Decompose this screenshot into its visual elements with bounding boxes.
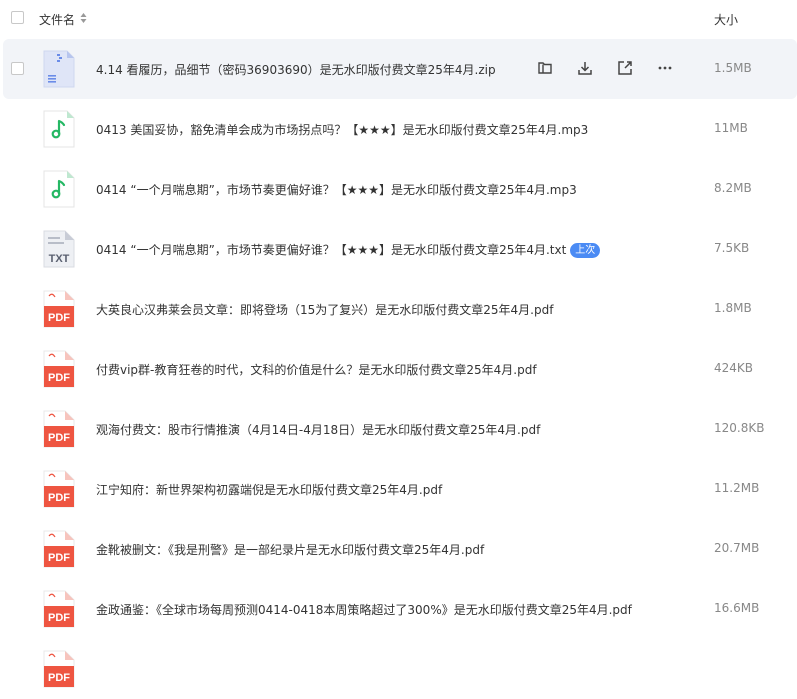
file-row[interactable]: 0413 美国妥协，豁免清单会成为市场拐点吗？【★★★】是无水印版付费文章25年… bbox=[0, 99, 797, 159]
pdf-file-icon: PDF bbox=[43, 590, 75, 628]
file-row[interactable]: PDF 金政通鉴：《全球市场每周预测0414-0418本周策略超过了300%》是… bbox=[0, 579, 797, 639]
file-size: 1.8MB bbox=[714, 301, 752, 315]
file-row[interactable]: PDF 金靴被删文：《我是刑警》是一部纪录片是无水印版付费文章25年4月.pdf… bbox=[0, 519, 797, 579]
pdf-file-icon: PDF bbox=[43, 350, 75, 388]
file-row[interactable]: PDF 江宁知府：新世界架构初露端倪是无水印版付费文章25年4月.pdf 11.2… bbox=[0, 459, 797, 519]
file-row[interactable]: TXT 0414 “一个月喘息期”，市场节奏更偏好谁？【★★★】是无水印版付费文… bbox=[0, 219, 797, 279]
download-icon[interactable] bbox=[576, 59, 594, 77]
file-size: 11MB bbox=[714, 121, 748, 135]
pdf-file-icon: PDF bbox=[43, 470, 75, 508]
row-checkbox[interactable] bbox=[11, 62, 24, 75]
file-size: 424KB bbox=[714, 361, 754, 375]
file-name[interactable]: 金政通鉴：《全球市场每周预测0414-0418本周策略超过了300%》是无水印版… bbox=[96, 601, 632, 618]
share-icon[interactable] bbox=[616, 59, 634, 77]
file-list-header: 文件名 大小 bbox=[0, 0, 797, 38]
file-name[interactable]: 大英良心汉弗莱会员文章：即将登场（15为了复兴）是无水印版付费文章25年4月.p… bbox=[96, 301, 553, 318]
file-name[interactable]: 4.14 看履历，品细节（密码36903690）是无水印版付费文章25年4月.z… bbox=[96, 61, 496, 78]
file-name[interactable]: 0413 美国妥协，豁免清单会成为市场拐点吗？【★★★】是无水印版付费文章25年… bbox=[96, 121, 588, 138]
file-size: 20.7MB bbox=[714, 541, 760, 555]
mp3-file-icon bbox=[43, 170, 75, 208]
txt-label: TXT bbox=[49, 253, 70, 265]
zip-file-icon bbox=[43, 50, 75, 88]
file-name[interactable]: 江宁知府：新世界架构初露端倪是无水印版付费文章25年4月.pdf bbox=[96, 481, 442, 498]
pdf-label: PDF bbox=[48, 492, 70, 504]
file-name[interactable]: 0414 “一个月喘息期”，市场节奏更偏好谁？【★★★】是无水印版付费文章25年… bbox=[96, 241, 601, 258]
file-size: 16.6MB bbox=[714, 601, 760, 615]
more-options-icon[interactable] bbox=[656, 59, 674, 77]
txt-file-icon: TXT bbox=[43, 230, 75, 268]
file-row[interactable]: PDF 付费vip群-教育狂卷的时代，文科的价值是什么？是无水印版付费文章25年… bbox=[0, 339, 797, 399]
file-size: 11.2MB bbox=[714, 481, 760, 495]
file-name[interactable]: 金靴被删文：《我是刑警》是一部纪录片是无水印版付费文章25年4月.pdf bbox=[96, 541, 484, 558]
mp3-file-icon bbox=[43, 110, 75, 148]
move-to-folder-icon[interactable] bbox=[536, 59, 554, 77]
select-all-checkbox[interactable] bbox=[11, 11, 24, 24]
file-row[interactable]: PDF bbox=[0, 639, 797, 699]
file-size: 120.8KB bbox=[714, 421, 765, 435]
column-header-name[interactable]: 文件名 bbox=[39, 11, 75, 28]
file-name[interactable]: 0414 “一个月喘息期”，市场节奏更偏好谁？【★★★】是无水印版付费文章25年… bbox=[96, 181, 577, 198]
pdf-label: PDF bbox=[48, 552, 70, 564]
pdf-label: PDF bbox=[48, 672, 70, 684]
file-size: 8.2MB bbox=[714, 181, 752, 195]
file-row[interactable]: PDF 大英良心汉弗莱会员文章：即将登场（15为了复兴）是无水印版付费文章25年… bbox=[0, 279, 797, 339]
pdf-label: PDF bbox=[48, 432, 70, 444]
file-list: 4.14 看履历，品细节（密码36903690）是无水印版付费文章25年4月.z… bbox=[0, 39, 797, 699]
pdf-label: PDF bbox=[48, 372, 70, 384]
pdf-file-icon: PDF bbox=[43, 410, 75, 448]
column-header-size[interactable]: 大小 bbox=[714, 11, 738, 28]
pdf-file-icon: PDF bbox=[43, 650, 75, 688]
pdf-label: PDF bbox=[48, 312, 70, 324]
file-size: 1.5MB bbox=[714, 61, 752, 75]
pdf-file-icon: PDF bbox=[43, 530, 75, 568]
recent-badge: 上次 bbox=[570, 243, 601, 258]
file-row[interactable]: PDF 观海付费文：股市行情推演（4月14日-4月18日）是无水印版付费文章25… bbox=[0, 399, 797, 459]
file-name[interactable]: 付费vip群-教育狂卷的时代，文科的价值是什么？是无水印版付费文章25年4月.p… bbox=[96, 361, 537, 378]
pdf-label: PDF bbox=[48, 612, 70, 624]
file-size: 7.5KB bbox=[714, 241, 750, 255]
file-name[interactable]: 观海付费文：股市行情推演（4月14日-4月18日）是无水印版付费文章25年4月.… bbox=[96, 421, 540, 438]
sort-icon[interactable] bbox=[80, 12, 87, 24]
file-row[interactable]: 0414 “一个月喘息期”，市场节奏更偏好谁？【★★★】是无水印版付费文章25年… bbox=[0, 159, 797, 219]
pdf-file-icon: PDF bbox=[43, 290, 75, 328]
file-row[interactable]: 4.14 看履历，品细节（密码36903690）是无水印版付费文章25年4月.z… bbox=[3, 39, 797, 99]
